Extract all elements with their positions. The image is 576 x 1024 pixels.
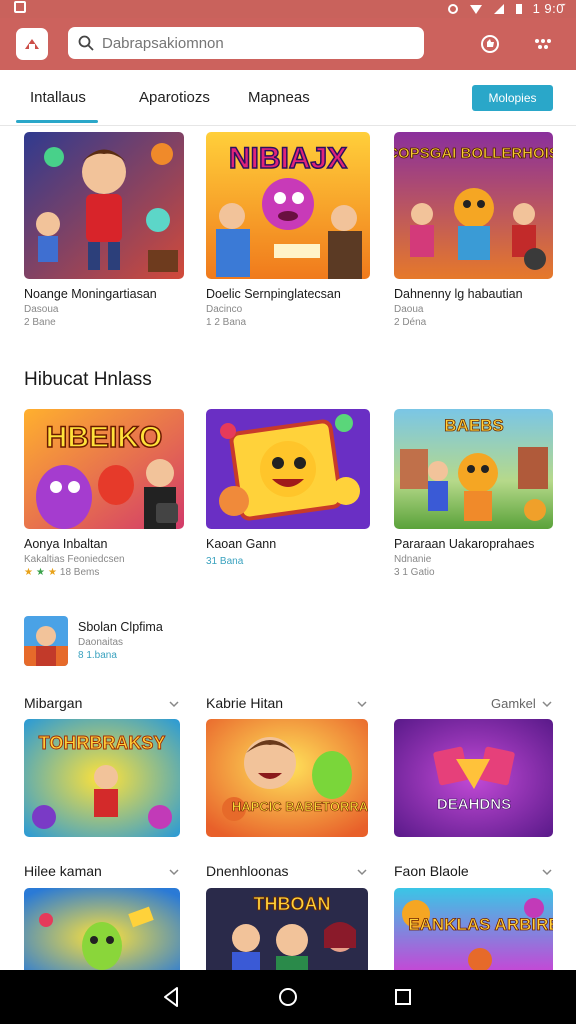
thumbnail-text: COPSGAI BOLLERHOIS (394, 145, 553, 162)
signal-icon (493, 3, 504, 14)
game-thumbnail: HBEIKO (24, 409, 184, 529)
game-title: Aonya Inbaltan (24, 537, 108, 551)
game-size: 18 Bems (59, 567, 100, 578)
thumbs-icon[interactable] (478, 32, 502, 56)
thumbnail-text: DEAHDNS (437, 796, 511, 813)
thumbnail-text: EANKLAS ARBIRE (408, 915, 553, 934)
game-card[interactable]: HBEIKO Aonya Inbaltan Kakaltias Feoniedc… (24, 409, 184, 578)
game-thumbnail: COPSGAI BOLLERHOIS (394, 132, 553, 279)
game-card[interactable]: Kaoan Gann 31 Bana (206, 409, 370, 567)
game-size: 8 1.bana (78, 650, 117, 661)
game-developer: Kakaltias Feoniedcsen (24, 554, 125, 565)
star-icon: ★ (24, 567, 33, 578)
tab-apps[interactable]: Aparotiozs (139, 89, 210, 106)
thumbnail-text: THBOAN (254, 894, 331, 914)
game-thumbnail: NIBIAJX (206, 132, 370, 279)
game-thumbnail[interactable]: EANKLAS ARBIRE (394, 888, 553, 970)
home-icon[interactable] (275, 984, 301, 1010)
game-rating-row: ★ ★ ★ 18 Bems (24, 567, 184, 578)
chevron-down-icon[interactable] (541, 698, 553, 710)
game-thumbnail[interactable]: TOHRBRAKSY (24, 719, 180, 837)
tab-indicator (16, 120, 98, 123)
search-input[interactable] (102, 34, 402, 52)
status-bar: 1 9:0̇̆ (0, 0, 576, 18)
thumbnail-text: HAPCIC BABETORRA (232, 799, 368, 814)
app-bar (0, 18, 576, 70)
star-icon: ★ (47, 567, 57, 578)
game-thumbnail (206, 409, 370, 529)
game-developer: Dasoua (24, 304, 59, 315)
category-header[interactable]: Faon Blaole (394, 863, 469, 879)
game-size: 1 2 Bana (206, 317, 247, 328)
chevron-down-icon[interactable] (168, 698, 180, 710)
game-thumbnail (24, 132, 184, 279)
game-title: Kaoan Gann (206, 537, 277, 551)
section-title: Hibucat Hnlass (24, 369, 152, 390)
game-card[interactable]: Noange Moningartiasan Dasoua 2 Bane (24, 132, 184, 328)
chevron-down-icon[interactable] (356, 866, 368, 878)
notification-icon (14, 1, 26, 13)
game-developer: Daonaitas (78, 637, 124, 648)
back-icon[interactable] (158, 984, 184, 1010)
game-title: Pararaan Uakaroprahaes (394, 537, 535, 551)
tab-installs[interactable]: Intallaus (30, 89, 86, 106)
thumbnail-text: NIBIAJX (229, 142, 347, 175)
game-card[interactable]: NIBIAJX Doelic Sernpinglatecsan Dacinco … (206, 132, 370, 328)
game-thumbnail[interactable] (24, 888, 180, 970)
game-size: 3 1 Gatio (394, 567, 435, 578)
thumbnail-text: HBEIKO (46, 421, 163, 454)
category-header[interactable]: Dnenhloonas (206, 863, 289, 879)
tab-maps[interactable]: Mapneas (248, 89, 310, 106)
game-thumbnail (24, 616, 68, 666)
settings-icon (447, 3, 458, 14)
search-icon (78, 35, 94, 51)
wifi-icon (469, 4, 482, 14)
game-title: Sbolan Clpfima (78, 620, 163, 634)
game-thumbnail: BAEBS (394, 409, 553, 529)
chevron-down-icon[interactable] (168, 866, 180, 878)
category-header[interactable]: Kabrie Hitan (206, 695, 283, 711)
game-size: 2 Bane (24, 317, 56, 328)
thumbnail-text: TOHRBRAKSY (39, 733, 166, 753)
chevron-down-icon[interactable] (541, 866, 553, 878)
game-title: Doelic Sernpinglatecsan (206, 287, 341, 301)
game-thumbnail[interactable]: THBOAN (206, 888, 368, 970)
more-button[interactable]: Molopies (472, 85, 553, 111)
search-bar[interactable] (68, 27, 424, 59)
game-size: 31 Bana (206, 556, 244, 567)
game-card[interactable]: BAEBS Pararaan Uakaroprahaes Ndnanie 3 1… (394, 409, 553, 578)
game-developer: Daoua (394, 304, 424, 315)
game-thumbnail[interactable]: HAPCIC BABETORRA (206, 719, 368, 837)
system-navigation-bar (0, 970, 576, 1024)
game-size: 2 Déna (394, 317, 427, 328)
game-title: Dahnenny lg habautian (394, 287, 523, 301)
app-logo-icon[interactable] (16, 28, 48, 60)
category-header[interactable]: Gamkel (491, 696, 536, 711)
battery-icon (515, 3, 522, 14)
game-developer: Ndnanie (394, 554, 432, 565)
game-card[interactable]: COPSGAI BOLLERHOIS Dahnenny lg habautian… (394, 132, 553, 328)
game-list-item[interactable]: Sbolan Clpfima Daonaitas 8 1.bana (24, 616, 264, 668)
dots-icon[interactable] (531, 32, 555, 56)
tab-bar: Intallaus Aparotiozs Mapneas Molopies (0, 70, 576, 126)
star-icon: ★ (35, 567, 45, 578)
category-header[interactable]: Mibargan (24, 695, 82, 711)
thumbnail-text: BAEBS (444, 416, 504, 435)
game-title: Noange Moningartiasan (24, 287, 157, 301)
recents-icon[interactable] (390, 984, 416, 1010)
chevron-down-icon[interactable] (356, 698, 368, 710)
game-thumbnail[interactable]: DEAHDNS (394, 719, 553, 837)
game-developer: Dacinco (206, 304, 243, 315)
status-time: 1 9:0̇̆ (532, 1, 564, 16)
category-header[interactable]: Hilee kaman (24, 863, 102, 879)
